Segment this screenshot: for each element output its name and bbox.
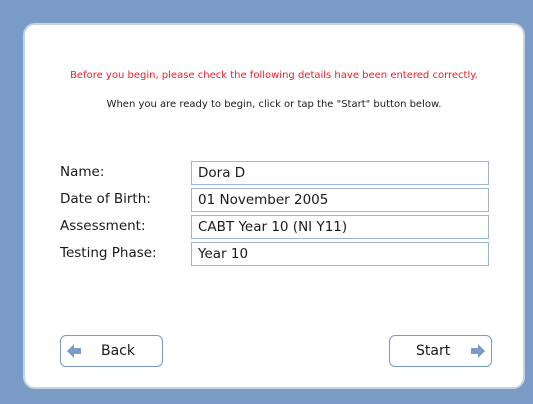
start-button[interactable]: Start xyxy=(389,335,492,367)
testing-phase-row: Testing Phase: Year 10 xyxy=(60,242,490,266)
start-button-label: Start xyxy=(416,343,451,359)
back-button[interactable]: Back xyxy=(60,335,163,367)
arrow-left-icon xyxy=(67,344,81,358)
testing-phase-label: Testing Phase: xyxy=(60,245,157,261)
assessment-field: CABT Year 10 (NI Y11) xyxy=(191,215,489,239)
details-panel: Before you begin, please check the follo… xyxy=(23,23,525,389)
assessment-label: Assessment: xyxy=(60,218,146,234)
warning-message: Before you begin, please check the follo… xyxy=(70,70,478,81)
back-button-label: Back xyxy=(101,343,135,359)
assessment-row: Assessment: CABT Year 10 (NI Y11) xyxy=(60,215,490,239)
name-row: Name: Dora D xyxy=(60,161,490,185)
date-of-birth-row: Date of Birth: 01 November 2005 xyxy=(60,188,490,212)
arrow-right-icon xyxy=(471,344,485,358)
instruction-message: When you are ready to begin, click or ta… xyxy=(106,99,442,110)
testing-phase-field: Year 10 xyxy=(191,242,489,266)
name-label: Name: xyxy=(60,164,105,180)
date-of-birth-field: 01 November 2005 xyxy=(191,188,489,212)
date-of-birth-label: Date of Birth: xyxy=(60,191,151,207)
name-field: Dora D xyxy=(191,161,489,185)
